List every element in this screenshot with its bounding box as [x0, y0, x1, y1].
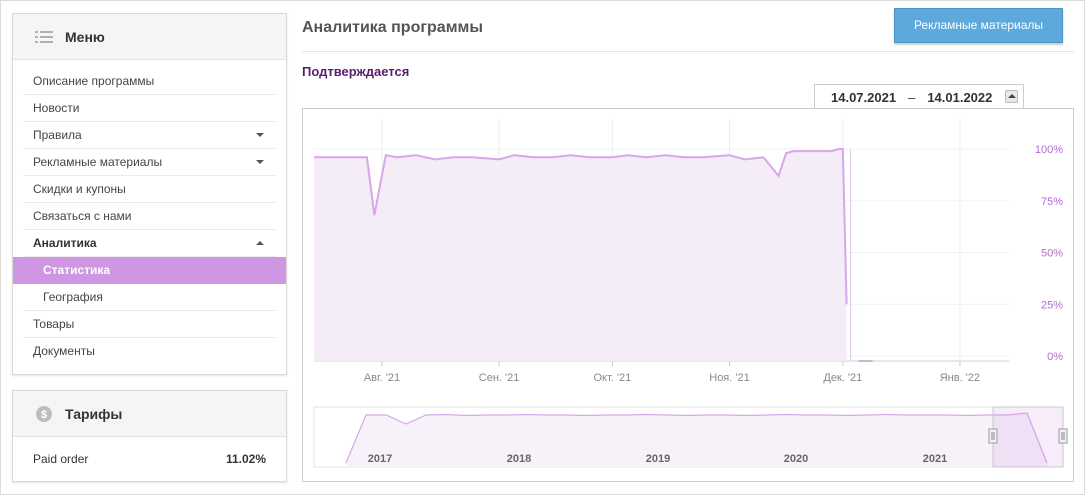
page-title: Аналитика программы: [302, 19, 484, 36]
x-tick-label: Ноя. '21: [709, 372, 749, 384]
menu-item-label: Аналитика: [33, 236, 97, 250]
tariff-label: Paid order: [33, 452, 89, 466]
navigator-year-label: 2020: [784, 453, 808, 465]
menu-item[interactable]: Связаться с нами: [23, 203, 276, 230]
menu-item-label: Новости: [33, 101, 80, 115]
y-tick-label: 50%: [1041, 248, 1063, 260]
menu-header: Меню: [13, 14, 286, 60]
tariffs-header: $ Тарифы: [13, 391, 286, 437]
menu-item-label: Рекламные материалы: [33, 155, 163, 169]
x-tick-label: Дек. '21: [823, 372, 862, 384]
tariff-value: 11.02%: [225, 452, 266, 466]
menu-title: Меню: [65, 28, 105, 45]
status-title: Подтверждается: [302, 64, 410, 79]
menu-item[interactable]: Документы: [23, 338, 276, 365]
chevron-up-icon[interactable]: [256, 241, 264, 245]
chevron-down-icon[interactable]: [256, 133, 264, 137]
menu-item-label: Описание программы: [33, 74, 155, 88]
navigator-year-label: 2021: [923, 453, 947, 465]
menu-item-label: Скидки и купоны: [33, 182, 126, 196]
menu-item-label: Статистика: [43, 263, 111, 277]
series-area: [314, 149, 847, 361]
menu-item[interactable]: Скидки и купоны: [23, 176, 276, 203]
navigator-year-label: 2017: [368, 453, 392, 465]
svg-text:$: $: [41, 409, 47, 421]
collapse-icon[interactable]: [1005, 90, 1018, 103]
coin-icon: $: [36, 405, 52, 422]
y-tick-label: 0%: [1047, 351, 1063, 363]
x-tick-label: Янв. '22: [940, 372, 980, 384]
menu-item[interactable]: Новости: [23, 95, 276, 122]
date-to[interactable]: 14.01.2022: [927, 90, 992, 105]
menu-item[interactable]: География: [23, 284, 276, 311]
tariffs-panel: $ Тарифы Paid order 11.02%: [12, 390, 287, 482]
menu-list: Описание программы Новости Правила Рекламны…: [13, 60, 286, 375]
title-divider: [302, 51, 1074, 52]
navigator-selection: [992, 406, 1064, 468]
x-tick-label: Сен. '21: [479, 372, 520, 384]
y-tick-label: 25%: [1041, 299, 1063, 311]
menu-item[interactable]: Правила: [23, 122, 276, 149]
menu-item-label: Товары: [33, 317, 75, 331]
navigator-year-label: 2018: [507, 453, 531, 465]
tariff-row: Paid order 11.02%: [13, 443, 286, 475]
menu-item[interactable]: Товары: [23, 311, 276, 338]
y-tick-label: 100%: [1035, 144, 1063, 156]
navigator-year-label: 2019: [646, 453, 670, 465]
date-range-picker[interactable]: 14.07.2021 – 14.01.2022: [814, 84, 1024, 109]
chart-svg[interactable]: 0% 25% 50% 75% 100% Авг. '21 Сен. '21 Окт. '21 Н…: [303, 109, 1073, 481]
menu-item-label: География: [43, 290, 103, 304]
menu-item-label: Связаться с нами: [33, 209, 132, 223]
menu-item-label: Документы: [33, 344, 95, 358]
date-separator: –: [908, 89, 916, 105]
navigator-handle-left: [988, 428, 998, 444]
x-tick-label: Авг. '21: [364, 372, 400, 384]
menu-item[interactable]: Описание программы: [23, 68, 276, 95]
menu-item-label: Правила: [33, 128, 82, 142]
menu-item[interactable]: Рекламные материалы: [23, 149, 276, 176]
menu-item[interactable]: Статистика: [13, 257, 286, 284]
menu-panel: Меню Описание программы Новости Правила Рек…: [12, 13, 287, 375]
y-tick-label: 75%: [1041, 196, 1063, 208]
navigator-handle-right: [1058, 428, 1068, 444]
tariffs-title: Тарифы: [65, 405, 123, 422]
date-from[interactable]: 14.07.2021: [831, 90, 896, 105]
menu-item[interactable]: Аналитика: [23, 230, 276, 257]
ad-materials-button[interactable]: Рекламные материалы: [894, 8, 1063, 43]
list-icon: [35, 30, 53, 43]
chart-container: 0% 25% 50% 75% 100% Авг. '21 Сен. '21 Окт. '21 Н…: [302, 108, 1074, 482]
x-tick-label: Окт. '21: [594, 372, 632, 384]
chevron-down-icon[interactable]: [256, 160, 264, 164]
